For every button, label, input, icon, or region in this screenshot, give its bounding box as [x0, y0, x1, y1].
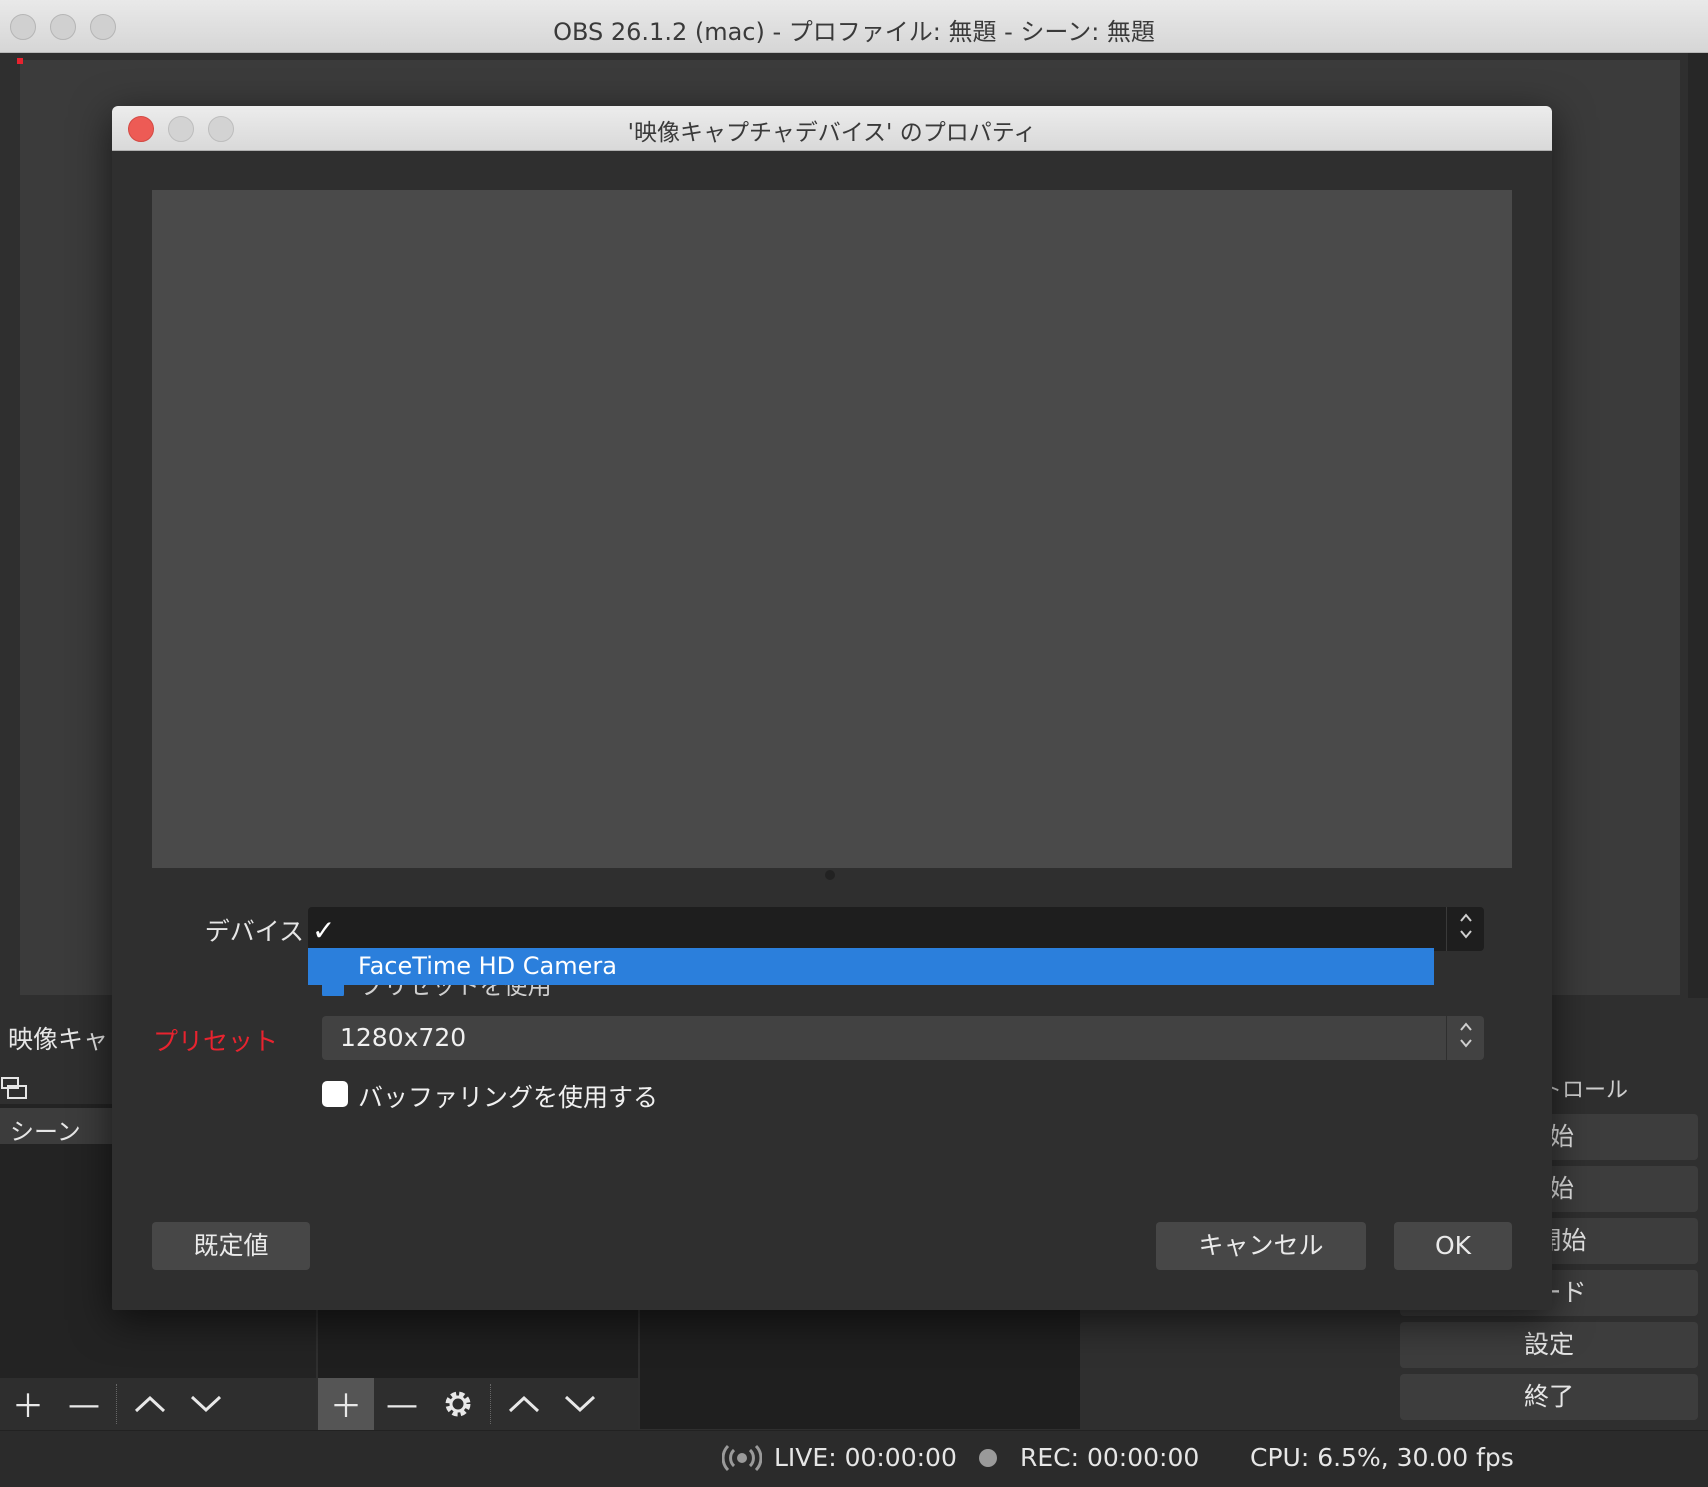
- preset-value: 1280x720: [340, 1023, 467, 1052]
- properties-dialog: '映像キャプチャデバイス' のプロパティ デバイス ✓ プリセットを使用 Fac…: [112, 106, 1552, 1310]
- live-timer: LIVE: 00:00:00: [774, 1443, 957, 1472]
- chevron-up-icon: [134, 1395, 166, 1413]
- add-source-button[interactable]: ＋: [318, 1378, 374, 1430]
- exit-button[interactable]: 終了: [1400, 1374, 1698, 1420]
- rec-timer: REC: 00:00:00: [1020, 1443, 1200, 1472]
- move-scene-up-button[interactable]: [122, 1378, 178, 1430]
- device-option-facetime[interactable]: FaceTime HD Camera: [308, 948, 1434, 985]
- minus-icon: —: [68, 1385, 100, 1423]
- device-label: デバイス: [204, 917, 304, 946]
- source-properties-button[interactable]: [430, 1378, 486, 1430]
- plus-icon: ＋: [11, 1387, 44, 1425]
- move-source-down-button[interactable]: [552, 1378, 608, 1430]
- preset-label: プリセット: [152, 1027, 278, 1056]
- buffering-label: バッファリングを使用する: [358, 1083, 659, 1112]
- preset-dropdown-arrows[interactable]: [1446, 1016, 1484, 1060]
- remove-scene-button[interactable]: —: [56, 1378, 112, 1430]
- preset-dropdown[interactable]: [322, 1016, 1484, 1060]
- splitter-handle[interactable]: [825, 870, 835, 880]
- move-source-up-button[interactable]: [496, 1378, 552, 1430]
- toolbar-separator: [490, 1384, 492, 1424]
- record-icon: [979, 1449, 997, 1467]
- scene-list-item[interactable]: シーン: [0, 1108, 112, 1146]
- device-selected-checkmark: ✓: [312, 914, 336, 947]
- chevron-down-icon: [564, 1395, 596, 1413]
- toolbar-separator: [116, 1384, 118, 1424]
- up-down-chevron-icon: [1459, 1022, 1472, 1048]
- live-broadcast-icon: [722, 1444, 762, 1472]
- defaults-button[interactable]: 既定値: [152, 1222, 310, 1270]
- minus-icon: —: [386, 1385, 418, 1423]
- gear-icon: [445, 1391, 471, 1417]
- cancel-button[interactable]: キャンセル: [1156, 1222, 1366, 1270]
- dock-float-icon[interactable]: [0, 1074, 28, 1102]
- settings-button[interactable]: 設定: [1400, 1322, 1698, 1368]
- ok-button[interactable]: OK: [1394, 1222, 1512, 1270]
- preview-handle: [17, 58, 23, 64]
- source-preview: [152, 190, 1512, 868]
- dialog-title: '映像キャプチャデバイス' のプロパティ: [627, 120, 1037, 146]
- scenes-toolbar: ＋ —: [0, 1378, 316, 1430]
- device-dropdown[interactable]: [308, 907, 1484, 951]
- scenes-dock-title: 映像キャ: [8, 1025, 109, 1054]
- dialog-titlebar: '映像キャプチャデバイス' のプロパティ: [112, 106, 1552, 151]
- cpu-fps-readout: CPU: 6.5%, 30.00 fps: [1250, 1443, 1514, 1472]
- remove-source-button[interactable]: —: [374, 1378, 430, 1430]
- device-dropdown-arrows[interactable]: [1446, 907, 1484, 951]
- up-down-chevron-icon: [1459, 913, 1472, 939]
- main-titlebar: OBS 26.1.2 (mac) - プロファイル: 無題 - シーン: 無題: [0, 0, 1708, 53]
- main-window-title: OBS 26.1.2 (mac) - プロファイル: 無題 - シーン: 無題: [553, 18, 1155, 46]
- buffering-checkbox[interactable]: [322, 1081, 348, 1107]
- controls-dock-title: トロール: [1540, 1078, 1629, 1103]
- right-scrollbar[interactable]: [1688, 53, 1708, 998]
- add-scene-button[interactable]: ＋: [0, 1378, 56, 1430]
- plus-icon: ＋: [329, 1387, 362, 1425]
- chevron-down-icon: [190, 1395, 222, 1413]
- chevron-up-icon: [508, 1395, 540, 1413]
- sources-toolbar: ＋ —: [318, 1378, 638, 1430]
- move-scene-down-button[interactable]: [178, 1378, 234, 1430]
